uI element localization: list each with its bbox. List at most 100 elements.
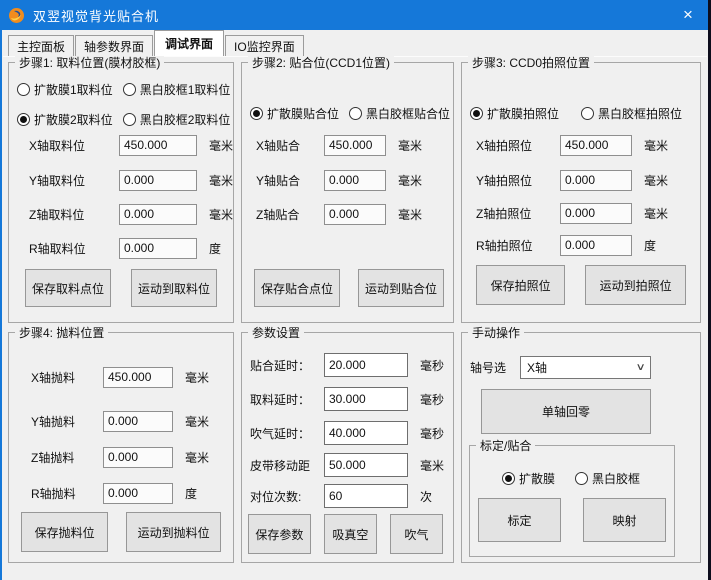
field-label: R轴拍照位 [476, 237, 560, 254]
unit-label: 毫米 [644, 172, 668, 189]
field-label: X轴取料位 [29, 137, 119, 154]
unit-label: 毫米 [644, 137, 668, 154]
z-discard-input[interactable] [103, 447, 173, 468]
panel-title: 标定/贴合 [476, 437, 535, 454]
field-label: 吹气延时： [250, 425, 324, 442]
radio-label: 黑白胶框贴合位 [366, 105, 450, 122]
unit-label: 度 [185, 485, 197, 502]
button-row: 保存抛料位 运动到抛料位 [21, 512, 221, 552]
radio-calib-bw-frame[interactable]: 黑白胶框 [575, 470, 640, 487]
tab-io-monitor[interactable]: IO监控界面 [225, 35, 304, 56]
y-discard-input[interactable] [103, 411, 173, 432]
radio-bw-frame-laminate[interactable]: 黑白胶框贴合位 [349, 105, 450, 122]
radio-icon [581, 107, 594, 120]
panel-step4-discard-position: 步骤4: 抛料位置 X轴抛料 毫米 Y轴抛料 毫米 Z轴抛料 毫米 R轴抛料 度… [8, 332, 234, 563]
z-photo-position-input[interactable] [560, 203, 632, 224]
z-pick-position-input[interactable] [119, 204, 197, 225]
blow-air-button[interactable]: 吹气 [390, 514, 443, 554]
radio-icon [250, 107, 263, 120]
field-row: 吹气延时： 毫秒 [250, 421, 444, 445]
save-params-button[interactable]: 保存参数 [248, 514, 311, 554]
radio-diffuser-photo[interactable]: 扩散膜拍照位 [470, 105, 559, 122]
tab-main-panel[interactable]: 主控面板 [8, 35, 74, 56]
r-photo-position-input[interactable] [560, 235, 632, 256]
pick-delay-input[interactable] [324, 387, 408, 411]
move-to-photo-position-button[interactable]: 运动到拍照位 [585, 265, 686, 305]
x-pick-position-input[interactable] [119, 135, 197, 156]
radio-bw-frame1-pick[interactable]: 黑白胶框1取料位 [123, 81, 231, 98]
x-photo-position-input[interactable] [560, 135, 632, 156]
field-row: X轴取料位 毫米 [29, 133, 233, 157]
unit-label: 毫米 [420, 457, 444, 474]
save-photo-position-button[interactable]: 保存拍照位 [476, 265, 565, 305]
axis-select-dropdown[interactable]: X轴 ∨ [520, 356, 651, 379]
tab-debug[interactable]: 调试界面 [154, 30, 224, 56]
move-to-pick-position-button[interactable]: 运动到取料位 [131, 269, 217, 307]
unit-label: 毫米 [398, 206, 422, 223]
radio-row: 扩散膜贴合位 黑白胶框贴合位 [250, 101, 450, 125]
mapping-button[interactable]: 映射 [583, 498, 666, 542]
field-row: 对位次数: 次 [250, 484, 432, 508]
close-button[interactable]: × [665, 0, 711, 30]
panel-parameter-settings: 参数设置 贴合延时： 毫秒 取料延时： 毫秒 吹气延时： 毫秒 皮带移动距 毫米… [241, 332, 454, 563]
button-row: 保存贴合点位 运动到贴合位 [254, 269, 441, 307]
axis-select-label: 轴号选 [470, 359, 520, 376]
unit-label: 度 [644, 237, 656, 254]
field-row: X轴抛料 毫米 [31, 365, 209, 389]
radio-label: 扩散膜贴合位 [267, 105, 339, 122]
chevron-down-icon: ∨ [635, 362, 645, 373]
unit-label: 毫米 [644, 205, 668, 222]
panel-title: 手动操作 [468, 324, 524, 341]
z-laminate-input[interactable] [324, 204, 386, 225]
field-label: Y轴抛料 [31, 413, 103, 430]
unit-label: 毫米 [209, 172, 233, 189]
panel-manual-operation: 手动操作 轴号选 X轴 ∨ 单轴回零 标定/贴合 扩散膜 黑白胶框 标定 映射 [461, 332, 701, 563]
panel-step3-photo-position: 步骤3: CCD0拍照位置 扩散膜拍照位 黑白胶框拍照位 X轴拍照位 毫米 Y轴… [461, 62, 701, 323]
field-label: Y轴贴合 [256, 172, 324, 189]
radio-label: 扩散膜1取料位 [34, 81, 113, 98]
field-label: Y轴拍照位 [476, 172, 560, 189]
unit-label: 毫米 [185, 413, 209, 430]
radio-bw-frame-photo[interactable]: 黑白胶框拍照位 [581, 105, 682, 122]
field-row: 贴合延时： 毫秒 [250, 353, 444, 377]
field-label: 取料延时： [250, 391, 324, 408]
r-pick-position-input[interactable] [119, 238, 197, 259]
radio-icon [123, 83, 136, 96]
save-discard-position-button[interactable]: 保存抛料位 [21, 512, 108, 552]
field-row: Y轴取料位 毫米 [29, 168, 233, 192]
r-discard-input[interactable] [103, 483, 173, 504]
calibrate-button[interactable]: 标定 [478, 498, 561, 542]
radio-diffuser2-pick[interactable]: 扩散膜2取料位 [17, 111, 113, 128]
radio-icon [17, 83, 30, 96]
field-row: Z轴拍照位 毫米 [476, 201, 668, 225]
x-discard-input[interactable] [103, 367, 173, 388]
x-laminate-input[interactable] [324, 135, 386, 156]
alignment-count-input[interactable] [324, 484, 408, 508]
blow-delay-input[interactable] [324, 421, 408, 445]
radio-icon [349, 107, 362, 120]
panel-step2-laminate-position: 步骤2: 贴合位(CCD1位置) 扩散膜贴合位 黑白胶框贴合位 X轴贴合 毫米 … [241, 62, 454, 323]
field-row: Y轴抛料 毫米 [31, 409, 209, 433]
panel-title: 参数设置 [248, 324, 304, 341]
save-laminate-position-button[interactable]: 保存贴合点位 [254, 269, 340, 307]
app-icon [8, 7, 25, 24]
field-row: Y轴拍照位 毫米 [476, 168, 668, 192]
radio-calib-diffuser[interactable]: 扩散膜 [502, 470, 555, 487]
y-laminate-input[interactable] [324, 170, 386, 191]
radio-icon [470, 107, 483, 120]
move-to-discard-position-button[interactable]: 运动到抛料位 [126, 512, 221, 552]
tab-axis-params[interactable]: 轴参数界面 [75, 35, 153, 56]
field-label: Z轴贴合 [256, 206, 324, 223]
save-pick-position-button[interactable]: 保存取料点位 [25, 269, 111, 307]
radio-bw-frame2-pick[interactable]: 黑白胶框2取料位 [123, 111, 231, 128]
y-pick-position-input[interactable] [119, 170, 197, 191]
radio-diffuser1-pick[interactable]: 扩散膜1取料位 [17, 81, 113, 98]
move-to-laminate-position-button[interactable]: 运动到贴合位 [358, 269, 444, 307]
laminate-delay-input[interactable] [324, 353, 408, 377]
belt-move-distance-input[interactable] [324, 453, 408, 477]
vacuum-button[interactable]: 吸真空 [324, 514, 377, 554]
radio-diffuser-laminate[interactable]: 扩散膜贴合位 [250, 105, 339, 122]
radio-label: 扩散膜 [519, 470, 555, 487]
single-axis-home-button[interactable]: 单轴回零 [481, 389, 651, 434]
y-photo-position-input[interactable] [560, 170, 632, 191]
